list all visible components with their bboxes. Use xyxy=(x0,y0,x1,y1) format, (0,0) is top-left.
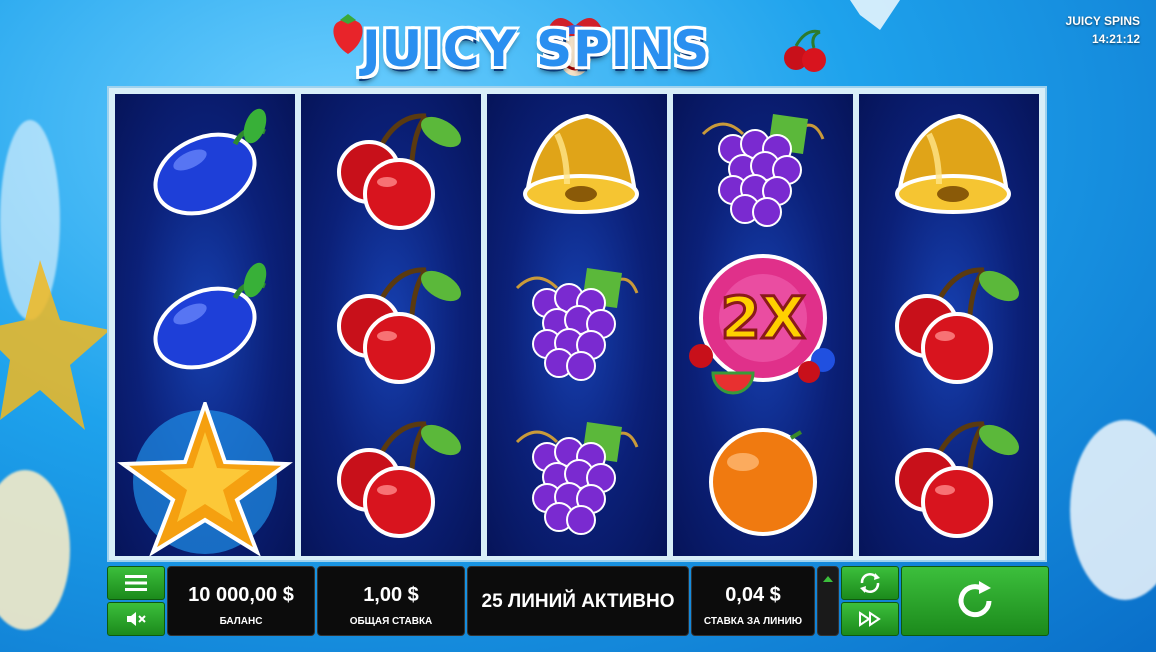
fast-forward-button[interactable] xyxy=(841,602,899,636)
reel-4: 2X xyxy=(673,94,853,556)
spin-icon xyxy=(958,581,992,618)
spin-button[interactable] xyxy=(901,566,1049,636)
grapes-icon xyxy=(701,114,825,227)
symbol-plum xyxy=(115,94,295,248)
total-bet-value: 1,00 $ xyxy=(363,584,419,606)
balance-label: БАЛАНС xyxy=(219,616,263,627)
symbol-cherry xyxy=(859,248,1039,402)
sound-button[interactable] xyxy=(107,602,165,636)
symbol-grapes xyxy=(673,94,853,248)
cherry-icon xyxy=(337,421,461,538)
game-name-label: JUICY SPINS xyxy=(1065,14,1140,28)
cherry-icon xyxy=(895,267,1019,384)
clock: 14:21:12 xyxy=(1091,32,1140,46)
game-logo: JUICY SPINS xyxy=(290,6,865,86)
symbol-grapes xyxy=(487,402,667,556)
cherry-icon xyxy=(337,113,461,230)
reel-2 xyxy=(301,94,481,556)
symbol-bell xyxy=(859,94,1039,248)
menu-button[interactable] xyxy=(107,566,165,600)
grapes-icon xyxy=(515,268,639,381)
arrow-up-icon[interactable] xyxy=(818,573,838,587)
2x-wild-icon: 2X xyxy=(689,254,835,395)
lines-active-text: 25 ЛИНИЙ АКТИВНО xyxy=(481,591,675,612)
control-bar: 10 000,00 $ БАЛАНС 1,00 $ ОБЩАЯ СТАВКА 2… xyxy=(107,566,1049,636)
balance-box: 10 000,00 $ БАЛАНС xyxy=(167,566,315,636)
star-icon xyxy=(117,402,293,556)
plum-icon xyxy=(153,262,267,370)
autoplay-icon xyxy=(860,573,880,593)
reel-1 xyxy=(115,94,295,556)
line-bet-value: 0,04 $ xyxy=(725,584,781,606)
symbol-plum xyxy=(115,248,295,402)
lines-box[interactable]: 25 ЛИНИЙ АКТИВНО xyxy=(467,566,689,636)
balance-value: 10 000,00 $ xyxy=(188,584,294,606)
symbol-cherry xyxy=(859,402,1039,556)
plum-icon xyxy=(153,108,267,216)
total-bet-box: 1,00 $ ОБЩАЯ СТАВКА xyxy=(317,566,465,636)
symbol-star xyxy=(115,402,295,556)
logo-text: JUICY SPINS xyxy=(362,20,711,78)
background-star-icon xyxy=(0,260,110,430)
autoplay-button[interactable] xyxy=(841,566,899,600)
line-bet-label: СТАВКА ЗА ЛИНИЮ xyxy=(703,616,803,627)
symbol-2x-wild: 2X xyxy=(673,248,853,402)
symbol-orange xyxy=(673,402,853,556)
line-bet-box: 0,04 $ СТАВКА ЗА ЛИНИЮ xyxy=(691,566,815,636)
reel-5 xyxy=(859,94,1039,556)
wild-multiplier-text: 2X xyxy=(720,284,805,352)
hamburger-icon xyxy=(125,575,147,591)
mute-icon xyxy=(127,612,146,626)
symbol-cherry xyxy=(301,248,481,402)
symbol-cherry xyxy=(301,94,481,248)
game-info: JUICY SPINS 14:21:12 xyxy=(1066,12,1140,48)
cherry-icon xyxy=(895,421,1019,538)
cherry-icon xyxy=(337,267,461,384)
bell-icon xyxy=(523,113,639,214)
bell-icon xyxy=(895,113,1011,214)
total-bet-label: ОБЩАЯ СТАВКА xyxy=(349,616,433,627)
symbol-grapes xyxy=(487,248,667,402)
symbol-cherry xyxy=(301,402,481,556)
line-bet-stepper[interactable] xyxy=(817,566,839,636)
fast-forward-icon xyxy=(859,611,881,627)
background-splash xyxy=(0,470,70,630)
background-splash xyxy=(1070,420,1156,600)
grapes-icon xyxy=(515,422,639,535)
symbol-bell xyxy=(487,94,667,248)
reel-3 xyxy=(487,94,667,556)
orange-icon xyxy=(709,428,817,536)
cherries-icon xyxy=(784,29,826,72)
reels-frame: 2X xyxy=(107,86,1047,562)
